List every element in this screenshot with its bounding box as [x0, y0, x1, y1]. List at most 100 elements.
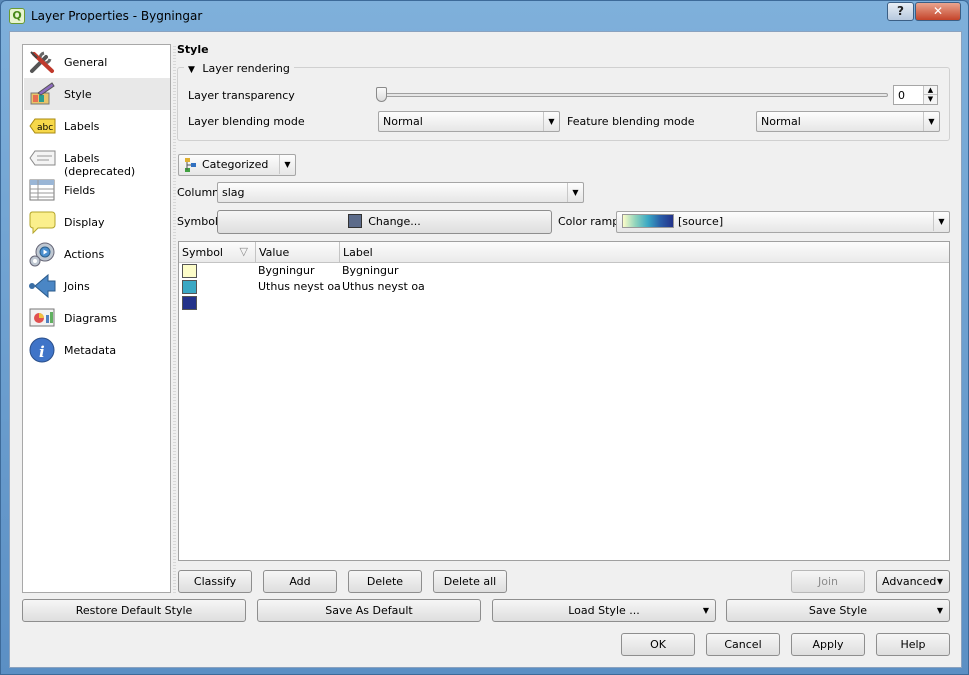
- chevron-down-icon: ▼: [936, 606, 943, 615]
- column-header-symbol[interactable]: Symbol ▽: [179, 242, 256, 263]
- section-title: Style: [177, 43, 209, 56]
- category-symbol-swatch[interactable]: [182, 296, 197, 310]
- labels-abc-icon: abc: [29, 118, 56, 134]
- sidebar-item-label: Metadata: [64, 344, 117, 357]
- qgis-app-icon: Q: [9, 8, 25, 24]
- column-label: Column: [177, 186, 220, 199]
- column-combo[interactable]: slag ▼: [217, 182, 584, 203]
- style-icon: [30, 82, 55, 105]
- advanced-menu-button[interactable]: Advanced ▼: [876, 570, 950, 593]
- table-header: Symbol ▽ Value Label: [179, 242, 949, 263]
- table-row[interactable]: Uthus neyst oa Uthus neyst oa: [179, 279, 949, 295]
- sidebar-item-label: Joins: [64, 280, 90, 293]
- transparency-spinbox[interactable]: 0 ▲ ▼: [893, 85, 938, 105]
- category-symbol-swatch[interactable]: [182, 264, 197, 278]
- classify-button[interactable]: Classify: [178, 570, 252, 593]
- sidebar-item-actions[interactable]: Actions: [24, 238, 170, 270]
- category-label: Uthus neyst oa: [342, 280, 425, 293]
- layer-properties-window: Q Layer Properties - Bygningar ? ✕ Gener…: [0, 0, 969, 675]
- sidebar-item-label: Display: [64, 216, 105, 229]
- close-window-button[interactable]: ✕: [915, 2, 961, 21]
- chevron-down-icon: ▼: [933, 212, 949, 231]
- transparency-slider-handle[interactable]: [376, 87, 387, 102]
- joins-arrow-icon: [29, 273, 56, 299]
- cancel-button[interactable]: Cancel: [706, 633, 780, 656]
- color-ramp-label: Color ramp: [558, 215, 620, 228]
- collapse-triangle-icon: ▼: [188, 65, 195, 75]
- categorized-icon: [185, 158, 196, 172]
- add-category-button[interactable]: Add: [263, 570, 337, 593]
- restore-default-style-button[interactable]: Restore Default Style: [22, 599, 246, 622]
- save-style-menu-button[interactable]: Save Style ▼: [726, 599, 950, 622]
- svg-text:abc: abc: [37, 123, 53, 133]
- fields-table-icon: [29, 179, 55, 201]
- apply-button[interactable]: Apply: [791, 633, 865, 656]
- category-value: Bygningur: [258, 264, 315, 277]
- load-style-menu-button[interactable]: Load Style ... ▼: [492, 599, 716, 622]
- metadata-info-icon: i: [29, 337, 55, 363]
- sidebar-item-label: Fields: [64, 184, 96, 197]
- sidebar-item-general[interactable]: General: [24, 46, 170, 78]
- chevron-down-icon: ▼: [279, 155, 295, 174]
- renderer-type-combo[interactable]: Categorized ▼: [178, 154, 296, 176]
- ok-button[interactable]: OK: [621, 633, 695, 656]
- save-as-default-button[interactable]: Save As Default: [257, 599, 481, 622]
- transparency-label: Layer transparency: [188, 89, 295, 102]
- color-ramp-combo[interactable]: [source] ▼: [616, 211, 950, 233]
- feature-blending-combo[interactable]: Normal ▼: [756, 111, 940, 132]
- sidebar-list: General Style abc Labels Labels (depreca…: [22, 44, 171, 593]
- delete-all-button[interactable]: Delete all: [433, 570, 507, 593]
- symbol-label: Symbol: [177, 215, 218, 228]
- sort-indicator-icon: ▽: [239, 245, 248, 258]
- spin-up-icon[interactable]: ▲: [923, 86, 937, 95]
- category-label: Bygningur: [342, 264, 399, 277]
- column-header-value[interactable]: Value: [256, 242, 340, 263]
- sidebar-item-label: Diagrams: [64, 312, 117, 325]
- sidebar-item-joins[interactable]: Joins: [24, 270, 170, 302]
- sidebar-item-label: Style: [64, 88, 92, 101]
- transparency-slider-track[interactable]: [380, 93, 888, 97]
- panel-splitter[interactable]: [173, 44, 176, 593]
- combo-value: Normal: [383, 115, 423, 128]
- column-header-label[interactable]: Label: [340, 242, 949, 263]
- sidebar-item-labels[interactable]: abc Labels: [24, 110, 170, 142]
- table-row[interactable]: [179, 295, 949, 311]
- sidebar-item-display[interactable]: Display: [24, 206, 170, 238]
- symbol-preview-swatch: [348, 214, 363, 228]
- actions-gear-icon: [29, 242, 55, 267]
- sidebar-item-diagrams[interactable]: Diagrams: [24, 302, 170, 334]
- sidebar-item-label: General: [64, 56, 108, 69]
- chevron-down-icon: ▼: [567, 183, 583, 202]
- categories-table[interactable]: Symbol ▽ Value Label Bygningur Bygningur…: [178, 241, 950, 561]
- sidebar-item-label: Labels: [64, 120, 100, 133]
- spinbox-value: 0: [898, 89, 905, 102]
- join-button[interactable]: Join: [791, 570, 865, 593]
- combo-value-wrap: [source]: [619, 214, 723, 228]
- table-row[interactable]: Bygningur Bygningur: [179, 263, 949, 279]
- title-bar: Q Layer Properties - Bygningar ? ✕: [1, 1, 968, 31]
- layer-blending-combo[interactable]: Normal ▼: [378, 111, 560, 132]
- category-value: Uthus neyst oa: [258, 280, 341, 293]
- delete-category-button[interactable]: Delete: [348, 570, 422, 593]
- renderer-value: Categorized: [202, 158, 269, 171]
- layer-rendering-toggle[interactable]: ▼ Layer rendering: [184, 62, 294, 76]
- color-ramp-preview: [622, 214, 674, 228]
- sidebar-item-labels-deprecated[interactable]: Labels (deprecated): [24, 142, 170, 178]
- category-symbol-swatch[interactable]: [182, 280, 197, 294]
- help-button[interactable]: Help: [876, 633, 950, 656]
- labels-deprecated-icon: [29, 150, 56, 166]
- tools-icon: [30, 51, 54, 73]
- sidebar-item-metadata[interactable]: i Metadata: [24, 334, 170, 366]
- combo-value: Normal: [761, 115, 801, 128]
- diagrams-icon: [29, 308, 55, 327]
- change-symbol-button[interactable]: Change...: [217, 210, 552, 234]
- color-ramp-value: [source]: [678, 215, 724, 228]
- sidebar-item-fields[interactable]: Fields: [24, 174, 170, 206]
- display-bubble-icon: [29, 211, 56, 235]
- sidebar-item-style[interactable]: Style: [24, 78, 170, 110]
- svg-text:i: i: [39, 343, 45, 361]
- title-help-button[interactable]: ?: [887, 2, 914, 21]
- window-title: Layer Properties - Bygningar: [31, 9, 203, 23]
- spin-down-icon[interactable]: ▼: [923, 95, 937, 104]
- dialog-client-area: General Style abc Labels Labels (depreca…: [9, 31, 962, 668]
